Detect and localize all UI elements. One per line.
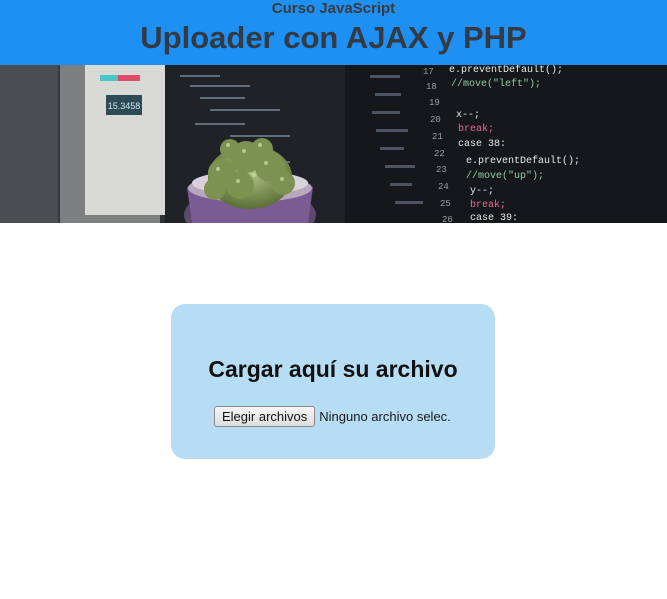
upload-title: Cargar aquí su archivo bbox=[208, 356, 458, 382]
code-line: break; bbox=[470, 199, 506, 211]
line-number: 21 bbox=[432, 132, 443, 142]
code-line: e.preventDefault(); bbox=[449, 65, 563, 76]
code-line: //move("up"); bbox=[466, 170, 544, 182]
page-title: Uploader con AJAX y PHP bbox=[140, 20, 527, 55]
page-header: Curso JavaScript Uploader con AJAX y PHP bbox=[0, 0, 667, 65]
line-number: 19 bbox=[429, 98, 440, 108]
line-number: 20 bbox=[430, 115, 441, 125]
line-number: 26 bbox=[442, 215, 453, 223]
code-line: break; bbox=[458, 123, 494, 135]
code-line: y--; bbox=[470, 186, 494, 197]
code-line: x--; bbox=[456, 110, 480, 121]
upload-card: Cargar aquí su archivo Elegir archivos N… bbox=[171, 304, 495, 459]
line-number: 17 bbox=[423, 67, 434, 77]
line-number: 22 bbox=[434, 149, 445, 159]
code-line: e.preventDefault(); bbox=[466, 155, 580, 167]
line-number: 24 bbox=[438, 182, 449, 192]
hero-photo: 15.3458 17 18 19 20 21 22 23 24 25 26 e.… bbox=[0, 65, 667, 223]
line-number: 23 bbox=[436, 165, 447, 175]
code-line: case 38: bbox=[458, 139, 506, 150]
file-input[interactable]: Elegir archivos Ninguno archivo selec. bbox=[214, 405, 451, 427]
file-status-text: Ninguno archivo selec. bbox=[319, 408, 451, 424]
code-line: //move("left"); bbox=[451, 78, 541, 90]
header-subtitle: Curso JavaScript bbox=[271, 0, 396, 17]
line-number: 25 bbox=[440, 199, 451, 209]
code-line: case 39: bbox=[470, 213, 518, 223]
choose-files-button[interactable]: Elegir archivos bbox=[214, 405, 316, 427]
small-screen-value: 15.3458 bbox=[108, 101, 141, 111]
line-number: 18 bbox=[426, 82, 437, 92]
hero-banner-image: 15.3458 17 18 19 20 21 22 23 24 25 26 e.… bbox=[0, 65, 667, 223]
